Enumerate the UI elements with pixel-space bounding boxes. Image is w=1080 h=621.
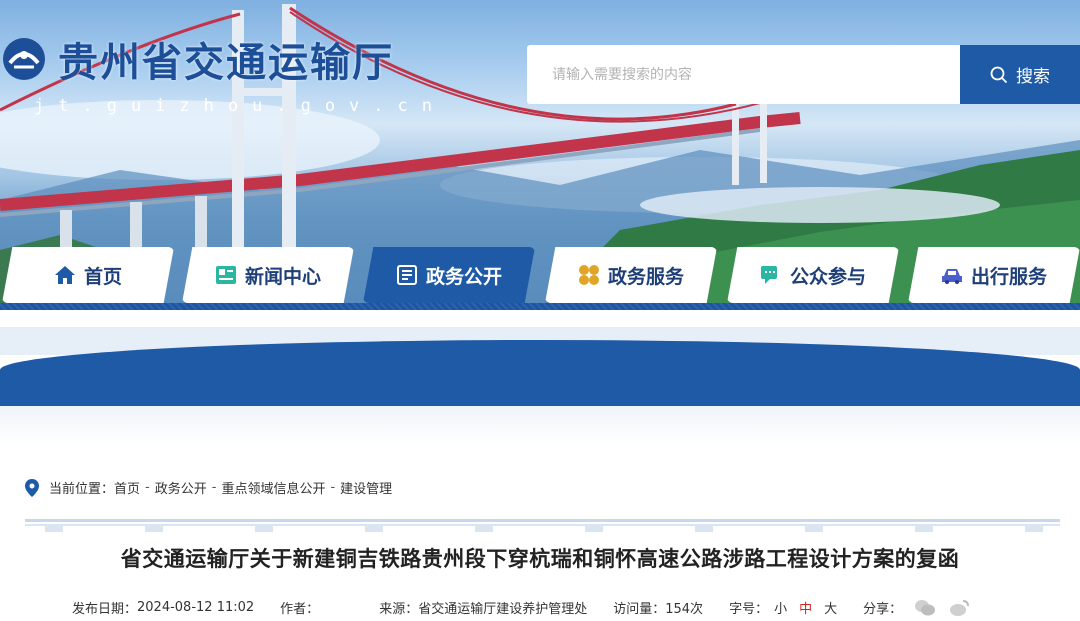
share-label: 分享：	[863, 602, 903, 617]
fontsize-label: 字号：	[729, 602, 769, 617]
breadcrumb-prefix: 当前位置：	[49, 482, 115, 497]
nav-item-travel-services[interactable]: 出行服务	[908, 247, 1080, 303]
nav-item-gov-affairs[interactable]: 政务公开	[363, 247, 535, 303]
article-meta: 发布日期： 2024-08-12 11:02 作者： 来源： 省交通运输厅建设养…	[72, 598, 970, 617]
fontsize-medium-button[interactable]: 中	[799, 598, 812, 617]
search-bar: 搜索	[527, 45, 1080, 104]
breadcrumb-separator: -	[211, 480, 217, 495]
breadcrumb: 当前位置： 首页 - 政务公开 - 重点领域信息公开 - 建设管理	[25, 478, 392, 497]
site-logo[interactable]: 贵州省交通运输厅	[2, 30, 394, 88]
site-title: 贵州省交通运输厅	[58, 40, 394, 86]
source-value: 省交通运输厅建设养护管理处	[418, 602, 588, 617]
decor-band-dark	[0, 340, 1080, 406]
author-label: 作者：	[280, 602, 320, 617]
nav-item-label: 首页	[83, 265, 122, 288]
nav-item-label: 政务服务	[607, 265, 684, 288]
wechat-icon[interactable]	[914, 599, 936, 617]
nav-item-label: 公众参与	[789, 265, 866, 288]
home-icon	[54, 266, 75, 284]
car-icon	[941, 269, 962, 284]
views-label: 访问量：	[613, 602, 666, 617]
views-value: 154次	[665, 602, 704, 617]
header-banner: 贵州省交通运输厅 jt.guizhou.gov.cn 搜索 首页	[0, 0, 1080, 310]
site-domain: jt.guizhou.gov.cn	[34, 96, 446, 116]
nav-item-news[interactable]: 新闻中心	[182, 247, 354, 303]
source-label: 来源：	[379, 602, 419, 617]
chat-icon	[760, 266, 777, 284]
grid-icon	[578, 265, 599, 285]
publish-date-label: 发布日期：	[72, 602, 138, 617]
bridge-divider	[25, 519, 1060, 532]
main-nav: 首页 新闻中心 政务公开 政务服务 公众参与 出行服务	[0, 247, 1080, 305]
document-icon	[396, 265, 417, 285]
search-button[interactable]: 搜索	[960, 45, 1080, 104]
decor-band-fade	[0, 406, 1080, 446]
nav-underline-bar	[0, 303, 1080, 310]
breadcrumb-separator: -	[145, 480, 150, 495]
nav-item-label: 出行服务	[970, 265, 1047, 288]
article-title: 省交通运输厅关于新建铜吉铁路贵州段下穿杭瑞和铜怀高速公路涉路工程设计方案的复函	[120, 547, 960, 571]
fontsize-small-button[interactable]: 小	[774, 598, 787, 617]
weibo-icon[interactable]	[948, 599, 970, 617]
news-icon	[215, 266, 236, 284]
search-icon	[990, 66, 1008, 83]
nav-item-gov-services[interactable]: 政务服务	[545, 247, 717, 303]
nav-item-public-participation[interactable]: 公众参与	[727, 247, 899, 303]
breadcrumb-separator: -	[330, 480, 336, 495]
breadcrumb-link-gov-affairs[interactable]: 政务公开	[155, 478, 207, 497]
nav-item-home[interactable]: 首页	[2, 247, 174, 303]
breadcrumb-link-construction[interactable]: 建设管理	[340, 478, 392, 497]
location-pin-icon	[25, 478, 39, 497]
search-button-label: 搜索	[1016, 67, 1050, 87]
breadcrumb-link-key-areas[interactable]: 重点领域信息公开	[221, 478, 325, 497]
emblem-icon	[3, 38, 45, 80]
breadcrumb-link-home[interactable]: 首页	[114, 478, 140, 497]
nav-item-label: 新闻中心	[244, 265, 321, 288]
publish-date: 2024-08-12 11:02	[137, 600, 255, 615]
nav-item-label: 政务公开	[425, 265, 502, 288]
search-input[interactable]	[527, 45, 960, 104]
fontsize-large-button[interactable]: 大	[824, 598, 837, 617]
